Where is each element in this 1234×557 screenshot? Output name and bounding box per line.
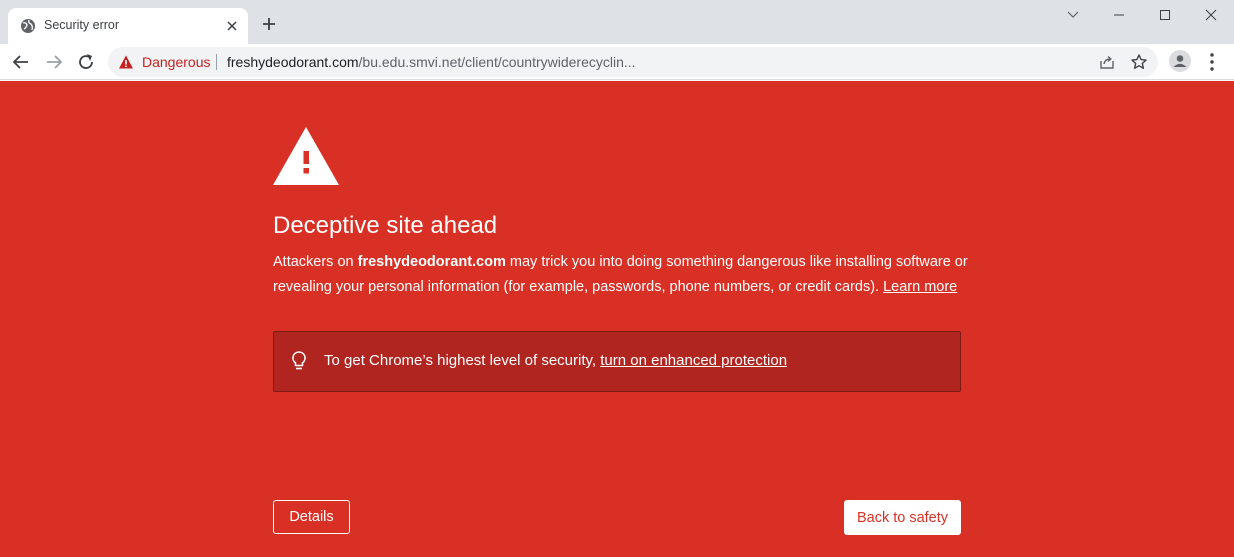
- tab-title: Security error: [44, 18, 120, 32]
- url-path: /bu.edu.smvi.net/client/countrywiderecyc…: [358, 54, 636, 70]
- enhanced-protection-prefix: To get Chrome’s highest level of securit…: [324, 352, 601, 369]
- address-bar-divider: [216, 54, 217, 70]
- warning-description: Attackers on freshydeodorant.com may tri…: [273, 250, 973, 300]
- address-bar[interactable]: Dangerous freshydeodorant.com/bu.edu.smv…: [108, 47, 1158, 77]
- maximize-icon[interactable]: [1154, 4, 1176, 26]
- close-icon[interactable]: [1200, 4, 1222, 26]
- details-button[interactable]: Details: [273, 500, 350, 534]
- globe-icon: [21, 19, 35, 33]
- enhanced-protection-link[interactable]: turn on enhanced protection: [600, 352, 787, 369]
- minimize-icon[interactable]: [1108, 4, 1130, 26]
- plus-icon[interactable]: [259, 14, 279, 34]
- security-interstitial: Deceptive site ahead Attackers on freshy…: [0, 81, 1234, 557]
- back-to-safety-button[interactable]: Back to safety: [844, 500, 961, 535]
- enhanced-protection-promo: To get Chrome’s highest level of securit…: [273, 331, 961, 392]
- share-icon[interactable]: [1098, 53, 1116, 71]
- more-vert-icon[interactable]: [1204, 50, 1220, 74]
- star-icon[interactable]: [1130, 53, 1148, 71]
- description-prefix: Attackers on: [273, 254, 358, 270]
- learn-more-link[interactable]: Learn more: [883, 279, 957, 295]
- arrow-left-icon[interactable]: [9, 50, 33, 74]
- page-title: Deceptive site ahead: [273, 212, 498, 239]
- flagged-domain: freshydeodorant.com: [357, 254, 506, 270]
- url-text[interactable]: freshydeodorant.com/bu.edu.smvi.net/clie…: [227, 54, 636, 70]
- tab-strip: Security error: [0, 0, 1234, 44]
- browser-tab[interactable]: Security error: [8, 8, 248, 44]
- reload-icon[interactable]: [74, 50, 98, 74]
- browser-toolbar: Dangerous freshydeodorant.com/bu.edu.smv…: [0, 44, 1234, 80]
- warning-triangle-icon[interactable]: [118, 54, 134, 70]
- arrow-right-icon[interactable]: [42, 50, 66, 74]
- security-indicator-label[interactable]: Dangerous: [142, 54, 211, 70]
- url-host: freshydeodorant.com: [227, 54, 359, 70]
- close-icon[interactable]: [224, 18, 240, 34]
- enhanced-protection-text: To get Chrome’s highest level of securit…: [324, 352, 787, 369]
- warning-triangle-icon: [273, 127, 339, 185]
- chevron-down-icon[interactable]: [1062, 4, 1084, 26]
- lightbulb-icon: [292, 351, 306, 370]
- account-icon[interactable]: [1169, 50, 1191, 72]
